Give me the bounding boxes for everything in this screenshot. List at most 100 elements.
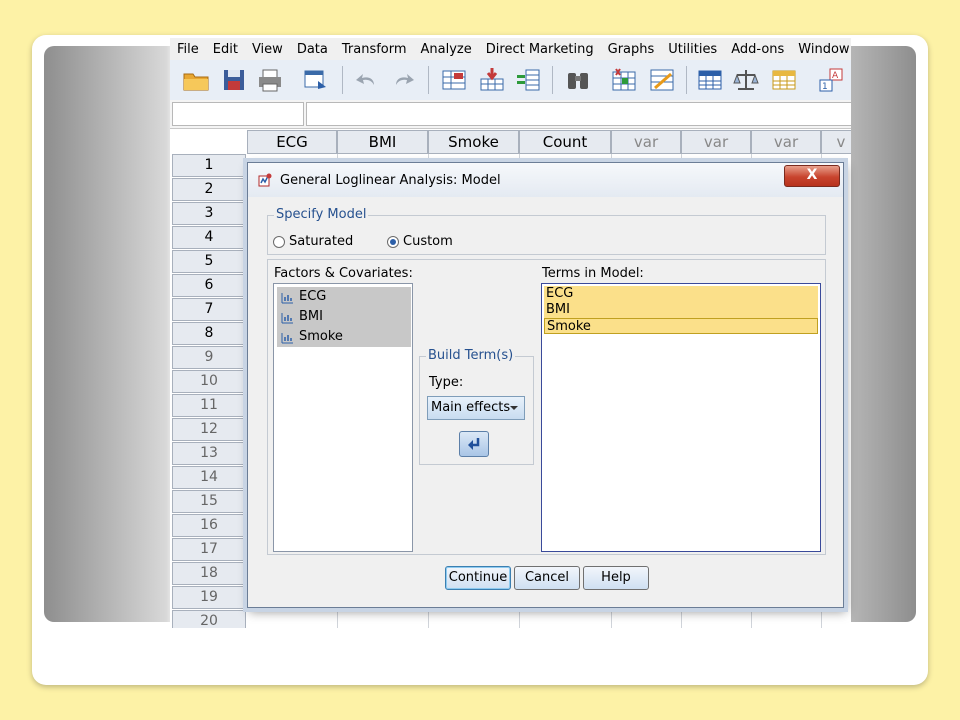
factors-label: Factors & Covariates:: [274, 266, 413, 281]
cancel-button[interactable]: Cancel: [514, 566, 580, 590]
factor-label: Smoke: [299, 329, 343, 344]
row-header[interactable]: 10: [172, 370, 246, 393]
term-item-ecg[interactable]: ECG: [544, 286, 818, 302]
row-header[interactable]: 12: [172, 418, 246, 441]
scale-variable-icon: [281, 331, 294, 344]
cell-name-box[interactable]: [172, 102, 304, 126]
row-header[interactable]: 16: [172, 514, 246, 537]
cell-editor-bar: [170, 100, 851, 129]
column-header-var[interactable]: v: [821, 130, 851, 154]
toolbar: A1: [170, 60, 851, 101]
weight-cases-icon[interactable]: [732, 67, 760, 93]
dialog-titlebar[interactable]: General Loglinear Analysis: Model X: [248, 163, 843, 197]
row-header[interactable]: 15: [172, 490, 246, 513]
menu-add-ons[interactable]: Add-ons: [724, 42, 791, 57]
factor-label: BMI: [299, 309, 323, 324]
row-header[interactable]: 4: [172, 226, 246, 249]
scale-variable-icon: [281, 311, 294, 324]
goto-case-icon[interactable]: [440, 67, 468, 93]
column-header-ecg[interactable]: ECG: [247, 130, 337, 154]
menu-transform[interactable]: Transform: [335, 42, 414, 57]
saturated-radio[interactable]: Saturated: [273, 234, 353, 249]
specify-model-legend: Specify Model: [274, 207, 369, 222]
continue-button[interactable]: Continue: [445, 566, 511, 590]
move-term-button[interactable]: [459, 431, 489, 457]
split-file-icon[interactable]: [648, 67, 676, 93]
menu-edit[interactable]: Edit: [206, 42, 245, 57]
menu-direct-marketing[interactable]: Direct Marketing: [479, 42, 601, 57]
save-icon[interactable]: [220, 67, 248, 93]
row-header[interactable]: 11: [172, 394, 246, 417]
row-header[interactable]: 6: [172, 274, 246, 297]
print-icon[interactable]: [256, 67, 284, 93]
menu-data[interactable]: Data: [290, 42, 335, 57]
cell-value-box[interactable]: [306, 102, 851, 126]
column-header-var[interactable]: var: [751, 130, 821, 154]
row-header[interactable]: 18: [172, 562, 246, 585]
find-binoculars-icon[interactable]: [564, 67, 592, 93]
menu-analyze[interactable]: Analyze: [414, 42, 479, 57]
factor-item-bmi[interactable]: BMI: [277, 307, 411, 327]
toolbar-divider: [428, 66, 429, 94]
row-header[interactable]: 7: [172, 298, 246, 321]
close-button[interactable]: X: [784, 165, 840, 187]
value-labels-icon[interactable]: [770, 67, 798, 93]
row-header[interactable]: 2: [172, 178, 246, 201]
column-header-bmi[interactable]: BMI: [337, 130, 428, 154]
factor-label: ECG: [299, 289, 327, 304]
term-item-bmi[interactable]: BMI: [544, 302, 818, 318]
column-header-var[interactable]: var: [681, 130, 751, 154]
redo-icon[interactable]: [390, 67, 418, 93]
row-header[interactable]: 8: [172, 322, 246, 345]
build-terms-legend: Build Term(s): [426, 348, 516, 363]
toolbar-divider: [342, 66, 343, 94]
menu-file[interactable]: File: [170, 42, 206, 57]
factors-list[interactable]: ECG BMI Smoke: [273, 283, 413, 552]
row-header[interactable]: 9: [172, 346, 246, 369]
return-arrow-icon: [468, 438, 480, 450]
insert-cases-icon[interactable]: [610, 67, 638, 93]
terms-label: Terms in Model:: [542, 266, 644, 281]
row-header[interactable]: 17: [172, 538, 246, 561]
column-header-var[interactable]: var: [611, 130, 681, 154]
menu-graphs[interactable]: Graphs: [601, 42, 662, 57]
row-header[interactable]: 3: [172, 202, 246, 225]
menu-utilities[interactable]: Utilities: [661, 42, 724, 57]
factor-item-ecg[interactable]: ECG: [277, 287, 411, 307]
specify-model-group: Specify Model Saturated Custom: [267, 207, 826, 255]
dialog-title: General Loglinear Analysis: Model: [280, 173, 501, 188]
select-cases-icon[interactable]: [696, 67, 724, 93]
use-sets-icon[interactable]: A1: [818, 67, 846, 93]
scale-variable-icon: [281, 291, 294, 304]
help-button[interactable]: Help: [583, 566, 649, 590]
recall-dialog-icon[interactable]: [302, 67, 330, 93]
row-header[interactable]: 19: [172, 586, 246, 609]
row-header[interactable]: 5: [172, 250, 246, 273]
row-header[interactable]: 13: [172, 442, 246, 465]
goto-variable-icon[interactable]: [478, 67, 506, 93]
svg-text:1: 1: [822, 82, 828, 92]
column-header-smoke[interactable]: Smoke: [428, 130, 519, 154]
chevron-down-icon: [510, 406, 518, 410]
row-header[interactable]: 20: [172, 610, 246, 628]
factor-item-smoke[interactable]: Smoke: [277, 327, 411, 347]
column-header-count[interactable]: Count: [519, 130, 611, 154]
undo-icon[interactable]: [352, 67, 380, 93]
row-header[interactable]: 1: [172, 154, 246, 177]
variables-icon[interactable]: [514, 67, 542, 93]
custom-label: Custom: [403, 234, 453, 249]
menu-bar: File Edit View Data Transform Analyze Di…: [170, 38, 851, 60]
custom-radio[interactable]: Custom: [387, 234, 453, 249]
type-dropdown[interactable]: Main effects: [427, 396, 525, 420]
radio-checked-icon: [387, 235, 399, 248]
open-folder-icon[interactable]: [182, 67, 210, 93]
menu-view[interactable]: View: [245, 42, 290, 57]
loglinear-icon: [258, 173, 272, 187]
row-header[interactable]: 14: [172, 466, 246, 489]
svg-text:A: A: [832, 71, 839, 81]
terms-list[interactable]: ECG BMI Smoke: [541, 283, 821, 552]
menu-window[interactable]: Window: [791, 42, 851, 57]
term-item-smoke[interactable]: Smoke: [544, 318, 818, 334]
radio-unchecked-icon: [273, 235, 285, 248]
saturated-label: Saturated: [289, 234, 354, 249]
